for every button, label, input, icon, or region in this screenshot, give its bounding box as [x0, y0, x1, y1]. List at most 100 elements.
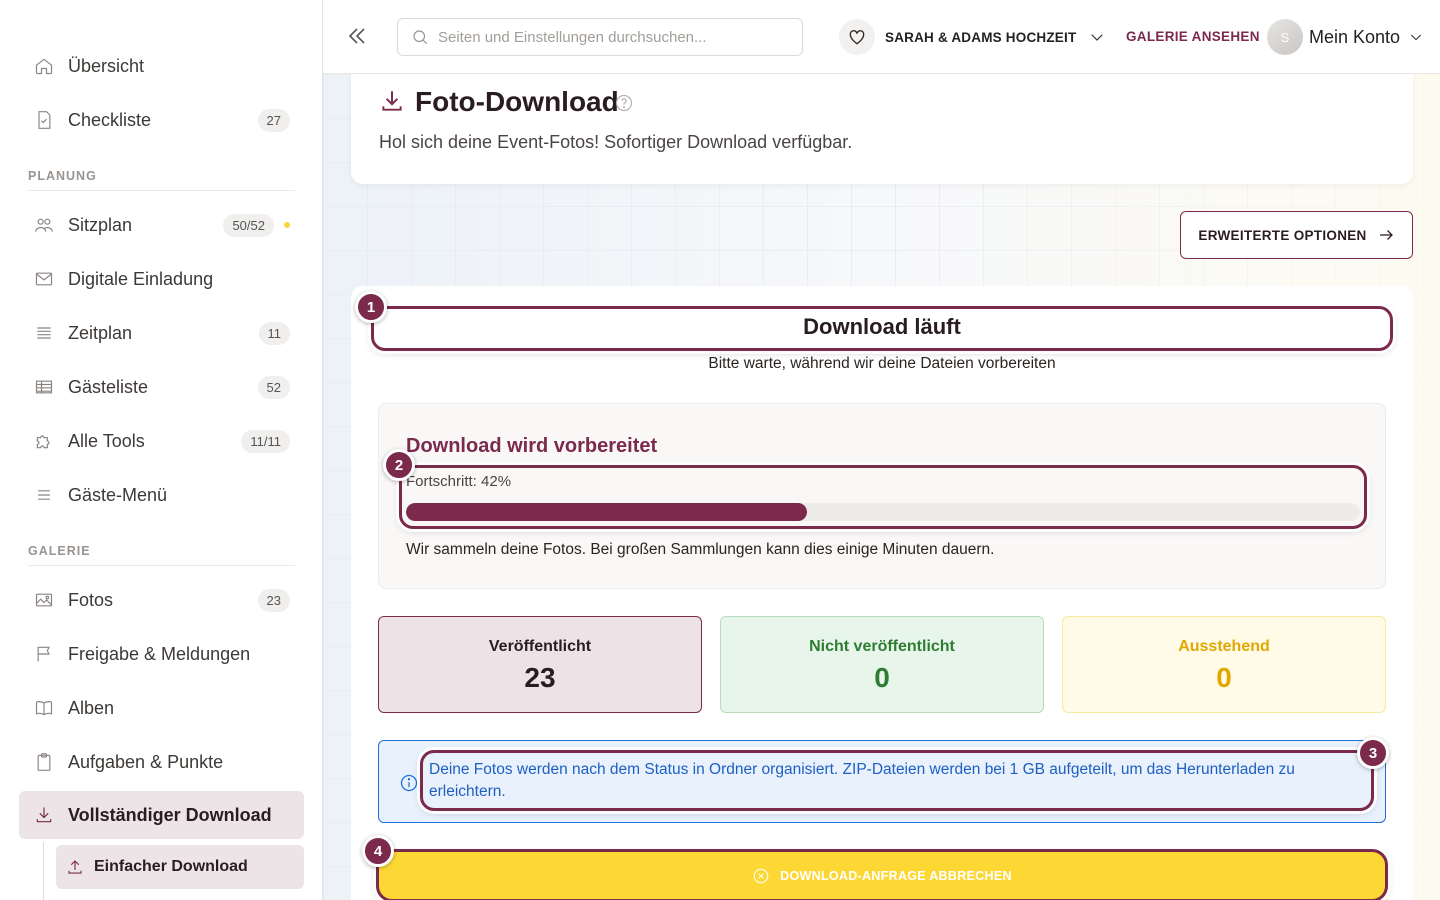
sidebar-item-uebersicht[interactable]: Übersicht [19, 42, 304, 90]
upload-icon [66, 858, 84, 876]
flag-icon [32, 642, 56, 666]
page-title: Foto-Download [415, 86, 619, 117]
sidebar-item-label: Einfacher Download [94, 858, 248, 875]
progress-bar [406, 503, 1360, 521]
event-selector[interactable]: SARAH & ADAMS HOCHZEIT [839, 18, 1106, 56]
progress-label: Fortschritt: 42% [406, 473, 512, 490]
count-badge: 11 [258, 321, 290, 345]
section-divider [28, 565, 295, 566]
section-divider [28, 190, 295, 191]
info-icon [399, 773, 419, 793]
download-card: Download läuft Bitte warte, während wir … [351, 286, 1413, 900]
advanced-options-label: ERWEITERTE OPTIONEN [1198, 227, 1367, 243]
search-icon [413, 30, 428, 45]
heart-icon [839, 19, 875, 55]
sidebar-item-sitzplan[interactable]: Sitzplan 50/52 [19, 201, 304, 249]
page-subtitle: Hol sich deine Event-Fotos! Sofortiger D… [379, 132, 853, 152]
arrow-right-icon [1379, 230, 1393, 240]
count-badge: 50/52 [223, 213, 274, 237]
search-box[interactable] [397, 18, 803, 56]
section-heading-galerie: GALERIE [28, 544, 91, 558]
step-marker-1: 1 [355, 291, 387, 323]
step-marker-2: 2 [383, 449, 415, 481]
download-icon [32, 803, 56, 827]
search-input[interactable] [438, 28, 778, 46]
sidebar-item-gaeste-menue[interactable]: Gäste-Menü [19, 471, 304, 519]
submenu-rail [43, 842, 44, 900]
step-marker-4: 4 [362, 835, 394, 867]
section-heading-planung: PLANUNG [28, 169, 97, 183]
preparation-panel: Download wird vorbereitet Fortschritt: 4… [378, 403, 1386, 589]
account-label: Mein Konto [1309, 26, 1401, 47]
sidebar-item-label: Checkliste [68, 109, 152, 130]
lines-icon [32, 321, 56, 345]
sidebar-item-zeitplan[interactable]: Zeitplan 11 [19, 309, 304, 357]
sidebar-item-label: Aufgaben & Punkte [68, 751, 224, 772]
sidebar: Übersicht Checkliste 27 PLANUNG Sitzplan… [0, 0, 323, 900]
stat-label: Ausstehend [1178, 638, 1270, 655]
stat-label: Nicht veröffentlicht [809, 638, 955, 655]
chevron-down-icon [1411, 34, 1422, 41]
status-dot [284, 222, 290, 228]
count-badge: 27 [257, 108, 290, 132]
collapse-sidebar-button[interactable] [345, 24, 369, 48]
sidebar-item-label: Fotos [68, 589, 114, 610]
count-badge: 52 [257, 375, 290, 399]
help-icon[interactable] [614, 93, 634, 113]
sidebar-item-gaesteliste[interactable]: Gästeliste 52 [19, 363, 304, 411]
double-chevron-left-icon [348, 28, 365, 44]
sidebar-item-label: Vollständiger Download [68, 804, 272, 825]
event-name: SARAH & ADAMS HOCHZEIT [885, 29, 1077, 45]
mail-icon [32, 267, 56, 291]
sidebar-item-label: Alben [68, 697, 115, 718]
stat-value: 23 [524, 662, 556, 693]
avatar: S [1267, 19, 1303, 55]
stat-pending: Ausstehend 0 [1062, 616, 1386, 713]
preparation-title: Download wird vorbereitet [406, 435, 658, 457]
account-menu[interactable]: S Mein Konto [1267, 18, 1424, 56]
sidebar-item-checkliste[interactable]: Checkliste 27 [19, 96, 304, 144]
sidebar-item-label: Gästeliste [68, 376, 149, 397]
chevron-down-icon [1091, 34, 1104, 41]
sidebar-item-vollstaendiger-download[interactable]: Vollständiger Download [19, 791, 304, 839]
sidebar-item-label: Freigabe & Meldungen [68, 643, 251, 664]
sidebar-item-label: Digitale Einladung [68, 268, 214, 289]
sidebar-item-label: Zeitplan [68, 322, 133, 343]
sidebar-item-fotos[interactable]: Fotos 23 [19, 576, 304, 624]
info-text: Deine Fotos werden nach dem Status in Or… [429, 761, 1295, 800]
image-icon [32, 588, 56, 612]
stat-value: 0 [874, 662, 890, 693]
table-icon [32, 375, 56, 399]
sidebar-item-label: Gäste-Menü [68, 484, 168, 505]
download-icon [379, 88, 405, 114]
sidebar-item-digitale-einladung[interactable]: Digitale Einladung [19, 255, 304, 303]
menu-icon [32, 483, 56, 507]
advanced-options-button[interactable]: ERWEITERTE OPTIONEN [1180, 211, 1413, 259]
count-badge: 23 [257, 588, 290, 612]
download-status-title: Download läuft [803, 314, 961, 339]
step-marker-3: 3 [1357, 737, 1389, 769]
sidebar-item-alben[interactable]: Alben [19, 684, 304, 732]
sidebar-subitem-einfacher-download[interactable]: Einfacher Download [56, 845, 304, 889]
clipboard-icon [32, 750, 56, 774]
users-icon [32, 213, 56, 237]
highlight-frame-4 [376, 849, 1388, 900]
sidebar-item-label: Übersicht [68, 55, 145, 76]
info-box: Deine Fotos werden nach dem Status in Or… [378, 740, 1386, 823]
sidebar-item-alle-tools[interactable]: Alle Tools 11/11 [19, 417, 304, 465]
checklist-icon [32, 108, 56, 132]
stat-label: Veröffentlicht [488, 638, 592, 655]
stat-published: Veröffentlicht 23 [378, 616, 702, 713]
stat-value: 0 [1216, 662, 1232, 693]
stat-unpublished: Nicht veröffentlicht 0 [720, 616, 1044, 713]
puzzle-icon [32, 429, 56, 453]
sidebar-item-label: Alle Tools [68, 430, 145, 451]
sidebar-item-label: Sitzplan [68, 214, 133, 235]
book-icon [32, 696, 56, 720]
progress-fill [406, 503, 807, 521]
preparation-note: Wir sammeln deine Fotos. Bei großen Samm… [406, 541, 995, 558]
sidebar-item-aufgaben[interactable]: Aufgaben & Punkte [19, 738, 304, 786]
view-gallery-link[interactable]: GALERIE ANSEHEN [1126, 29, 1260, 44]
count-badge: 11/11 [241, 429, 290, 453]
sidebar-item-freigabe[interactable]: Freigabe & Meldungen [19, 630, 304, 678]
